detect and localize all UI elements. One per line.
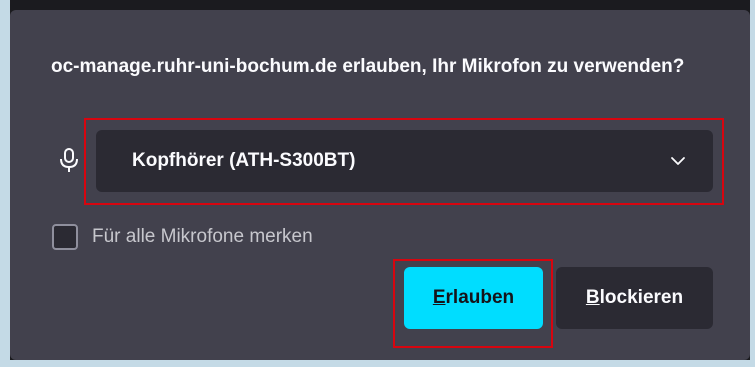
microphone-select[interactable]: Kopfhörer (ATH-S300BT) xyxy=(96,130,713,192)
allow-button[interactable]: Erlauben xyxy=(404,267,543,329)
microphone-icon xyxy=(60,148,78,172)
remember-checkbox[interactable] xyxy=(52,224,78,250)
selected-device: Kopfhörer (ATH-S300BT) xyxy=(132,150,356,171)
block-label: lockieren xyxy=(599,287,684,308)
permission-message: oc-manage.ruhr-uni-bochum.de erlauben, I… xyxy=(51,56,685,77)
chevron-down-icon xyxy=(671,157,685,165)
allow-access-key: E xyxy=(432,287,446,308)
page-background xyxy=(0,0,10,367)
page-background xyxy=(0,360,755,367)
allow-label: rlauben xyxy=(445,287,515,308)
remember-label: Für alle Mikrofone merken xyxy=(92,226,313,247)
page-background xyxy=(750,0,755,367)
block-access-key: B xyxy=(585,287,600,308)
screen: oc-manage.ruhr-uni-bochum.de erlauben, I… xyxy=(0,0,755,367)
block-button[interactable]: Blockieren xyxy=(556,267,713,329)
permission-dialog: oc-manage.ruhr-uni-bochum.de erlauben, I… xyxy=(10,10,750,360)
